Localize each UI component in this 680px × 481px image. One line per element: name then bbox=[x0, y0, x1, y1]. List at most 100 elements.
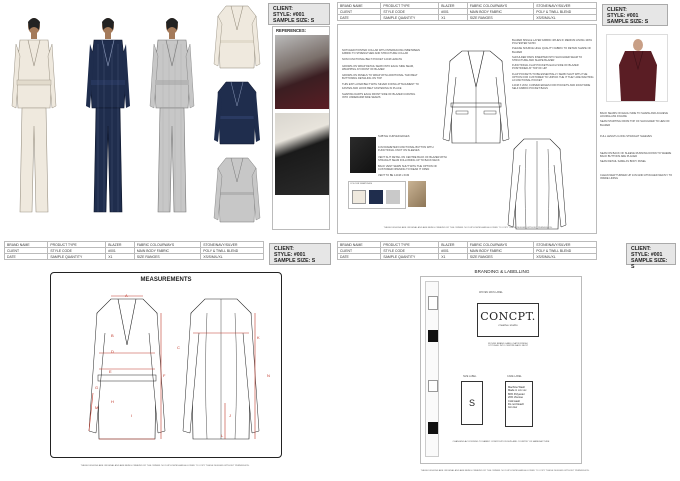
footnote-2: THESE DESIGNS ARE ORIGINAL AND ARE BEING… bbox=[80, 465, 250, 467]
cell: DATE bbox=[336, 253, 382, 260]
sample-size-label: SAMPLE SIZE: S bbox=[273, 18, 315, 24]
annotation: CLEAN NEW TURNED UP 1CM AND ATTACHED NEA… bbox=[600, 173, 673, 180]
measure-letter: G bbox=[95, 385, 99, 390]
measure-letter: C bbox=[177, 345, 180, 350]
reference-photo-2 bbox=[275, 113, 329, 195]
size-letter: S bbox=[468, 398, 475, 408]
tag-white bbox=[428, 296, 438, 310]
reference-photo-1 bbox=[275, 35, 329, 109]
illustration-silver-blazer bbox=[146, 16, 198, 216]
flat-silver bbox=[212, 156, 262, 226]
main-label-note: WOVEN BRAND LABEL (SATIN FINISH) STITCHE… bbox=[488, 343, 528, 347]
swatch-silver bbox=[386, 190, 400, 204]
measure-letter: A bbox=[125, 293, 128, 298]
care-label: Machine Wash Made in xxx xxx 80% Polyest… bbox=[505, 381, 533, 427]
cell: DATE bbox=[336, 14, 382, 21]
cell: SIZE RANGES bbox=[466, 253, 535, 260]
annotation: BACK SEAMS ON EACH SIDE TO SHAPE AND ACH… bbox=[600, 112, 668, 119]
annotation: PLEASE SOURCE HIGH QUALITY FABRIC TO RET… bbox=[512, 47, 592, 54]
annotations-right: BLAZER SINGLE LAYER FABRIC 4PLIES IF MED… bbox=[512, 39, 594, 91]
main-label-caption: WOVEN MAIN LABEL bbox=[479, 291, 503, 294]
annotations-left-lower: SUBTLE CURVED EDGES 1CM DIAMETER FUNCTIO… bbox=[378, 135, 448, 178]
annotation: SHOULDER PADS INSERTED INTO SHOULDER SEA… bbox=[512, 55, 583, 63]
annotation: BACK VENT SEWN SHUT WITH THE OPTION OF C… bbox=[378, 165, 438, 172]
annotation: FULL LENGTH LONG STRAIGHT SLEEVES bbox=[600, 134, 652, 138]
front-flat-drawing bbox=[440, 47, 512, 147]
annotation: VENT SLIT DETAIL ON CENTRE BACK OF BLAZE… bbox=[378, 155, 447, 162]
annotation: NON FUNCTIONAL BELT POCKET 14CM LENGTH bbox=[342, 58, 403, 62]
back-flat-drawing bbox=[506, 137, 568, 233]
branding-title: BRANDING & LABELLING bbox=[474, 269, 530, 274]
measure-letter: E bbox=[109, 369, 112, 374]
measurements-panel: MEASUREMENTS A B C D E F G H I J K L M N bbox=[50, 272, 282, 458]
table-row: DATE SAMPLE QUANTITY X1 SIZE RANGES XS/S… bbox=[336, 253, 597, 260]
flat-navy bbox=[212, 80, 262, 146]
illustration-stone-blazer bbox=[8, 16, 60, 216]
cell: DATE bbox=[3, 253, 49, 260]
measure-letter: L bbox=[221, 433, 224, 438]
cell: XS/S/M/L/XL bbox=[533, 253, 597, 260]
measure-letter: M bbox=[95, 405, 99, 410]
cell: XS/S/M/L/XL bbox=[200, 253, 264, 260]
size-label-caption: SIZE LABEL bbox=[463, 375, 477, 378]
swatch-navy bbox=[369, 190, 383, 204]
care-label-caption: CARE LABEL bbox=[507, 375, 522, 378]
label-strip bbox=[425, 281, 439, 457]
client-box-4: CLIENT: STYLE: #001 SAMPLE SIZE: S bbox=[626, 243, 676, 270]
table-row: DATE SAMPLE QUANTITY X1 SIZE RANGES XS/S… bbox=[336, 14, 597, 21]
footnote: THESE DESIGNS ARE ORIGINAL AND ARE BEING… bbox=[383, 227, 553, 229]
measure-letter: H bbox=[111, 399, 114, 404]
measurement-letters: A B C D E F G H I J K L M N bbox=[51, 273, 283, 459]
annotations-left: NOTCHED POINTED COLLAR WITH INTERFACING … bbox=[342, 49, 420, 102]
size-label: S bbox=[461, 381, 483, 425]
spec-table-2: BRAND NAME PRODUCT TYPE BLAZER FABRIC CO… bbox=[3, 241, 264, 260]
cell: SIZE RANGES bbox=[133, 253, 202, 260]
annotation: FLAP POCKETS TO BE ESSENTIALLY SEWN SHUT… bbox=[512, 72, 594, 83]
sample-size-label: SAMPLE SIZE: S bbox=[274, 258, 316, 264]
annotation: VENT TO BE 14CM x 6CM bbox=[378, 174, 410, 178]
tag-black bbox=[428, 330, 438, 342]
detail-photo bbox=[350, 137, 376, 173]
annotation: SUBTLE CURVED EDGES bbox=[378, 135, 410, 138]
brand-logo-label: CONCPT. creative studio bbox=[477, 303, 539, 337]
measure-letter: F bbox=[163, 373, 166, 378]
spec-table-1: BRAND NAME PRODUCT TYPE BLAZER FABRIC CO… bbox=[336, 2, 597, 21]
measure-letter: D bbox=[111, 349, 114, 354]
annotation: SEAM DETAIL SAME AS BODY PANEL bbox=[600, 160, 647, 164]
client-box-3: CLIENT: STYLE: #001 SAMPLE SIZE: S bbox=[269, 243, 331, 265]
reference-photo-3 bbox=[606, 34, 668, 102]
techpack-panel: NOTCHED POINTED COLLAR WITH INTERFACING … bbox=[337, 24, 597, 234]
cell: SAMPLE QUANTITY bbox=[380, 14, 440, 21]
footnote-3: THESE DESIGNS ARE ORIGINAL AND ARE BEING… bbox=[420, 470, 590, 472]
swatch-stone bbox=[352, 190, 366, 204]
annotation: BLAZER SINGLE LAYER FABRIC 4PLIES IF MED… bbox=[512, 39, 592, 46]
branding-panel: BRANDING & LABELLING WOVEN MAIN LABEL CO… bbox=[420, 269, 582, 464]
cell: X1 bbox=[438, 14, 468, 21]
cell: XS/S/M/L/XL bbox=[533, 14, 597, 21]
annotation: GROWN-ON WRAP DETAIL SEWN INTO EACH SIDE… bbox=[342, 64, 414, 71]
measure-letter: N bbox=[267, 373, 270, 378]
flat-stone bbox=[212, 4, 262, 70]
sheet-design: CLIENT: STYLE: #001 SAMPLE SIZE: S REFER… bbox=[0, 0, 680, 240]
cell: SAMPLE QUANTITY bbox=[47, 253, 107, 260]
fabric-swatch-photo bbox=[408, 181, 426, 207]
client-box: CLIENT: STYLE: #001 SAMPLE SIZE: S bbox=[268, 3, 330, 25]
annotation: SEAM ON BACK OF SLEEVE RUNNING DOWN TO W… bbox=[600, 152, 672, 159]
tag-white-2 bbox=[428, 380, 438, 392]
swatch-label: COLOUR SWATCHES bbox=[350, 183, 373, 185]
measure-letter: I bbox=[131, 413, 133, 418]
measure-letter: J bbox=[229, 413, 231, 418]
cell: SAMPLE QUANTITY bbox=[380, 253, 440, 260]
spec-table-3: BRAND NAME PRODUCT TYPE BLAZER FABRIC CO… bbox=[336, 241, 597, 260]
annotation: NOTCHED POINTED COLLAR WITH INTERFACING … bbox=[342, 49, 420, 56]
sample-size-label: SAMPLE SIZE: S bbox=[631, 258, 668, 270]
brand-logo-sub: creative studio bbox=[498, 323, 518, 327]
annotation: SHAPING DARTS EACH FRONT SIDE OF BLAZER … bbox=[342, 92, 416, 100]
annotation: SEAM STARTING FROM TOP OF SHOULDER TO HE… bbox=[600, 120, 670, 127]
sample-size-label: SAMPLE SIZE: S bbox=[607, 19, 649, 25]
annotation: GROWN-ON PANELS TO WRAP WITH ADDITIONAL … bbox=[342, 74, 418, 81]
annotation: 14CM X 2CM, CURVED EDGES FOR POCKETS AND… bbox=[512, 84, 591, 91]
illustration-navy-blazer bbox=[82, 16, 134, 216]
brand-logo: CONCPT. bbox=[480, 310, 536, 323]
measure-letter: K bbox=[257, 335, 260, 340]
